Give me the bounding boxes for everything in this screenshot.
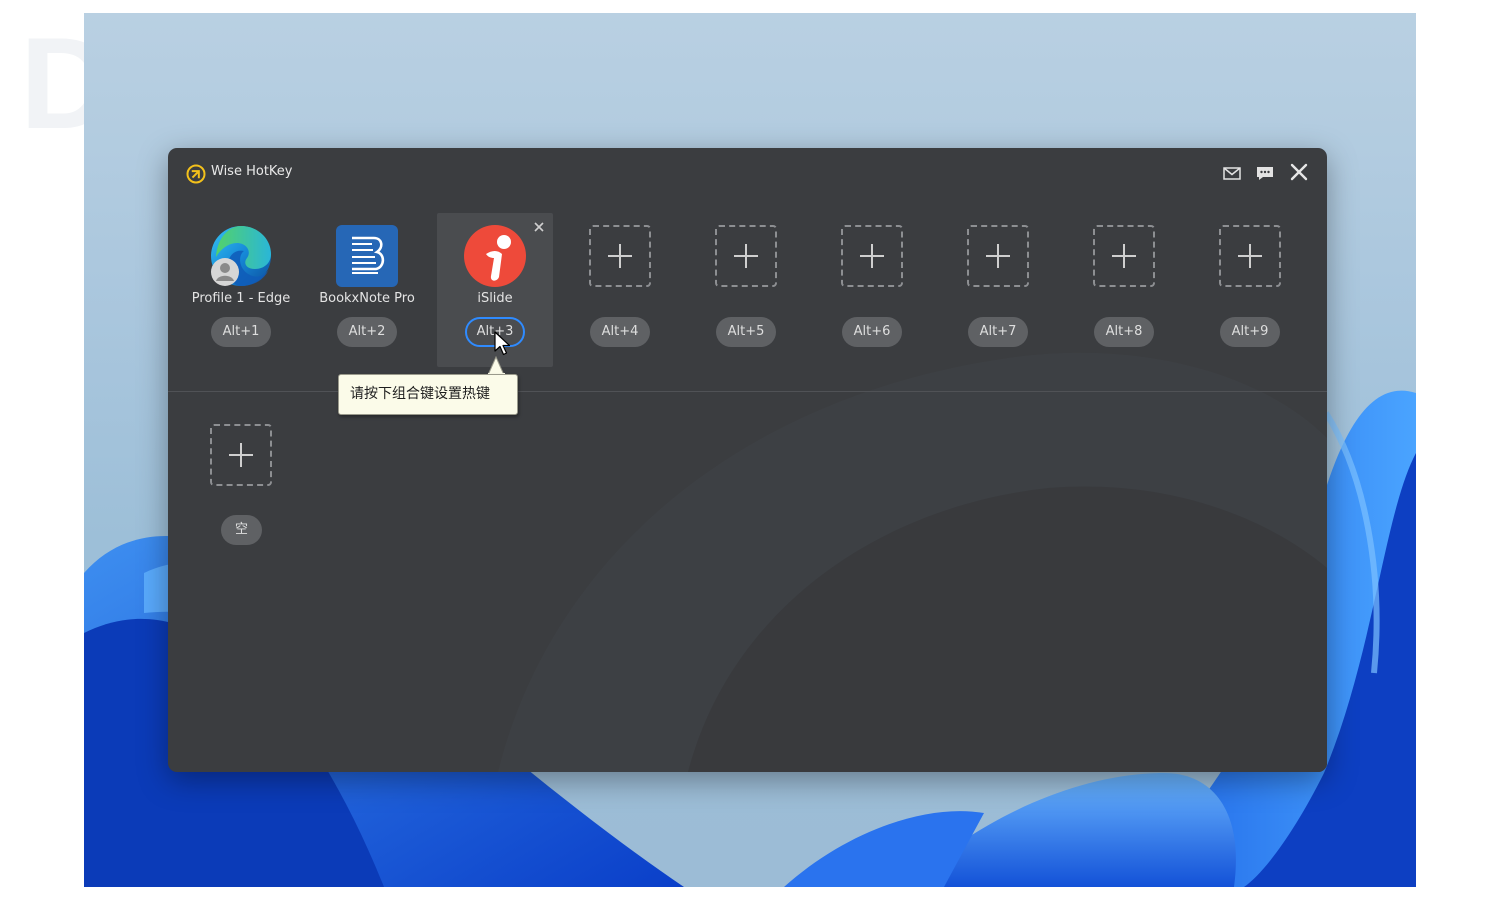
hotkey-button[interactable]: 空 — [221, 515, 262, 545]
slot-label: Profile 1 - Edge — [191, 291, 291, 306]
hotkey-slot-9[interactable]: Alt+9 — [1192, 213, 1308, 367]
hotkey-button[interactable]: Alt+1 — [211, 317, 271, 347]
hotkey-button[interactable]: Alt+2 — [337, 317, 397, 347]
hotkey-button[interactable]: Alt+6 — [842, 317, 902, 347]
hotkey-slot-6[interactable]: Alt+6 — [814, 213, 930, 367]
close-icon[interactable] — [1288, 161, 1310, 183]
title-bar: Wise HotKey — [168, 148, 1327, 198]
hotkey-button[interactable]: Alt+5 — [716, 317, 776, 347]
add-app-button[interactable] — [210, 424, 272, 486]
hotkey-button[interactable]: Alt+4 — [590, 317, 650, 347]
hotkey-slot-7[interactable]: Alt+7 — [940, 213, 1056, 367]
tooltip-tail — [487, 356, 505, 376]
hotkey-slot-2[interactable]: BookxNote Pro Alt+2 — [309, 213, 425, 367]
hotkey-slot-1[interactable]: Profile 1 - Edge Alt+1 — [183, 213, 299, 367]
hotkey-slot-extra[interactable]: 空 — [183, 412, 299, 566]
mouse-cursor-icon — [494, 331, 511, 356]
hotkey-hint-tooltip: 请按下组合键设置热键 — [338, 374, 518, 415]
islide-icon[interactable] — [464, 225, 526, 287]
hotkey-button[interactable]: Alt+7 — [968, 317, 1028, 347]
mail-icon[interactable] — [1221, 162, 1243, 184]
hotkey-button[interactable]: Alt+8 — [1094, 317, 1154, 347]
remove-slot-icon[interactable] — [532, 219, 546, 233]
window-title: Wise HotKey — [211, 164, 293, 179]
hotkey-slot-5[interactable]: Alt+5 — [688, 213, 804, 367]
chat-icon[interactable] — [1254, 162, 1276, 184]
hotkey-slot-4[interactable]: Alt+4 — [562, 213, 678, 367]
add-app-button[interactable] — [715, 225, 777, 287]
slot-label: BookxNote Pro — [319, 291, 415, 306]
add-app-button[interactable] — [967, 225, 1029, 287]
hotkey-slot-8[interactable]: Alt+8 — [1066, 213, 1182, 367]
add-app-button[interactable] — [589, 225, 651, 287]
wise-hotkey-window: Wise HotKey Profile 1 - Edge Alt+1 Bookx… — [168, 148, 1327, 772]
add-app-button[interactable] — [841, 225, 903, 287]
edge-profile-icon[interactable] — [210, 225, 272, 287]
add-app-button[interactable] — [1093, 225, 1155, 287]
slot-label: iSlide — [477, 291, 513, 306]
hotkey-button[interactable]: Alt+9 — [1220, 317, 1280, 347]
wise-hotkey-logo-icon — [186, 164, 206, 184]
bookxnote-icon[interactable] — [336, 225, 398, 287]
add-app-button[interactable] — [1219, 225, 1281, 287]
